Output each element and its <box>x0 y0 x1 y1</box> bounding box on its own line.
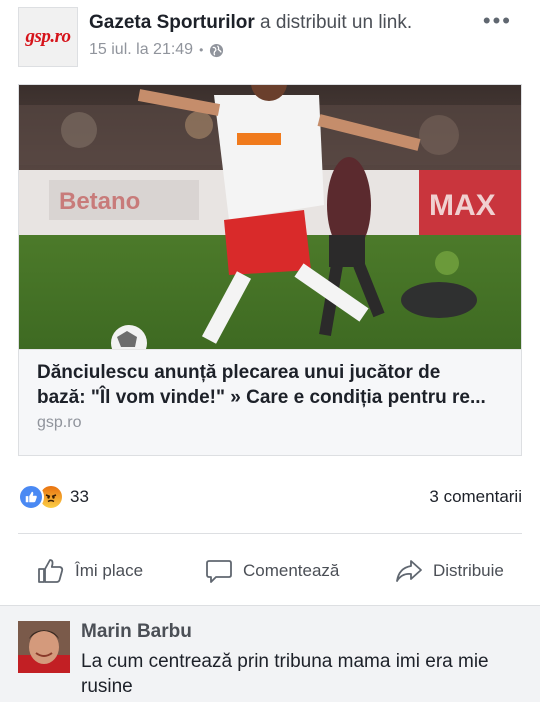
post-actions-bar: Îmi place Comentează Distribuie <box>0 540 540 600</box>
share-arrow-icon <box>396 560 422 582</box>
commenter-photo <box>18 621 70 673</box>
post-action-text: a distribuit un link. <box>260 12 413 33</box>
link-preview-image[interactable]: Betano MAX <box>19 85 521 349</box>
page-name-link[interactable]: Gazeta Sporturilor <box>89 12 255 33</box>
commenter-name[interactable]: Marin Barbu <box>81 621 192 643</box>
link-headline-line1: Dănciulescu anunță plecarea unui jucător… <box>37 362 441 383</box>
post-header: gsp.ro Gazeta Sporturilor a distribuit u… <box>0 0 540 84</box>
comments-count[interactable]: 3 comentarii <box>429 487 522 507</box>
comment-button[interactable]: Comentează <box>204 554 339 588</box>
link-card-text[interactable]: Dănciulescu anunță plecarea unui jucător… <box>19 349 521 455</box>
comment-bubble-icon <box>206 560 232 583</box>
reactions-row: 33 3 comentarii <box>18 482 522 512</box>
link-headline[interactable]: Dănciulescu anunță plecarea unui jucător… <box>37 360 505 410</box>
commenter-avatar[interactable] <box>18 621 70 673</box>
share-button-label: Distribuie <box>433 561 504 580</box>
thumbs-up-icon <box>38 559 64 583</box>
like-button-label: Îmi place <box>75 561 144 580</box>
comment-button-label: Comentează <box>243 561 340 580</box>
link-headline-line2: bază: "Îl vom vinde!" » Care e condiția … <box>37 387 486 408</box>
link-domain: gsp.ro <box>37 414 82 431</box>
more-options-icon[interactable]: ••• <box>483 8 512 34</box>
like-reaction-icon <box>18 484 44 510</box>
svg-text:Betano: Betano <box>59 188 140 215</box>
globe-icon <box>210 43 224 57</box>
gsp-logo: gsp.ro <box>25 26 71 47</box>
link-card[interactable]: Betano MAX Dănciulescu anunță plecarea u… <box>18 84 522 456</box>
post-author-line: Gazeta Sporturilor a distribuit un link. <box>89 12 412 34</box>
post-timestamp[interactable]: 15 iul. la 21:49 <box>89 41 193 59</box>
like-button[interactable]: Îmi place <box>36 554 143 588</box>
reactions-count[interactable]: 33 <box>70 487 89 507</box>
share-button[interactable]: Distribuie <box>394 554 504 588</box>
comments-section: Marin Barbu La cum centrează prin tribun… <box>0 605 540 702</box>
football-photo: Betano MAX <box>19 85 521 349</box>
reaction-icons[interactable] <box>18 484 64 510</box>
divider <box>18 533 522 534</box>
comment-text: La cum centrează prin tribuna mama imi e… <box>81 651 489 697</box>
svg-text:MAX: MAX <box>429 189 496 222</box>
page-avatar[interactable]: gsp.ro <box>18 7 78 67</box>
post-meta: 15 iul. la 21:49 • <box>89 41 224 59</box>
meta-separator: • <box>199 43 204 57</box>
